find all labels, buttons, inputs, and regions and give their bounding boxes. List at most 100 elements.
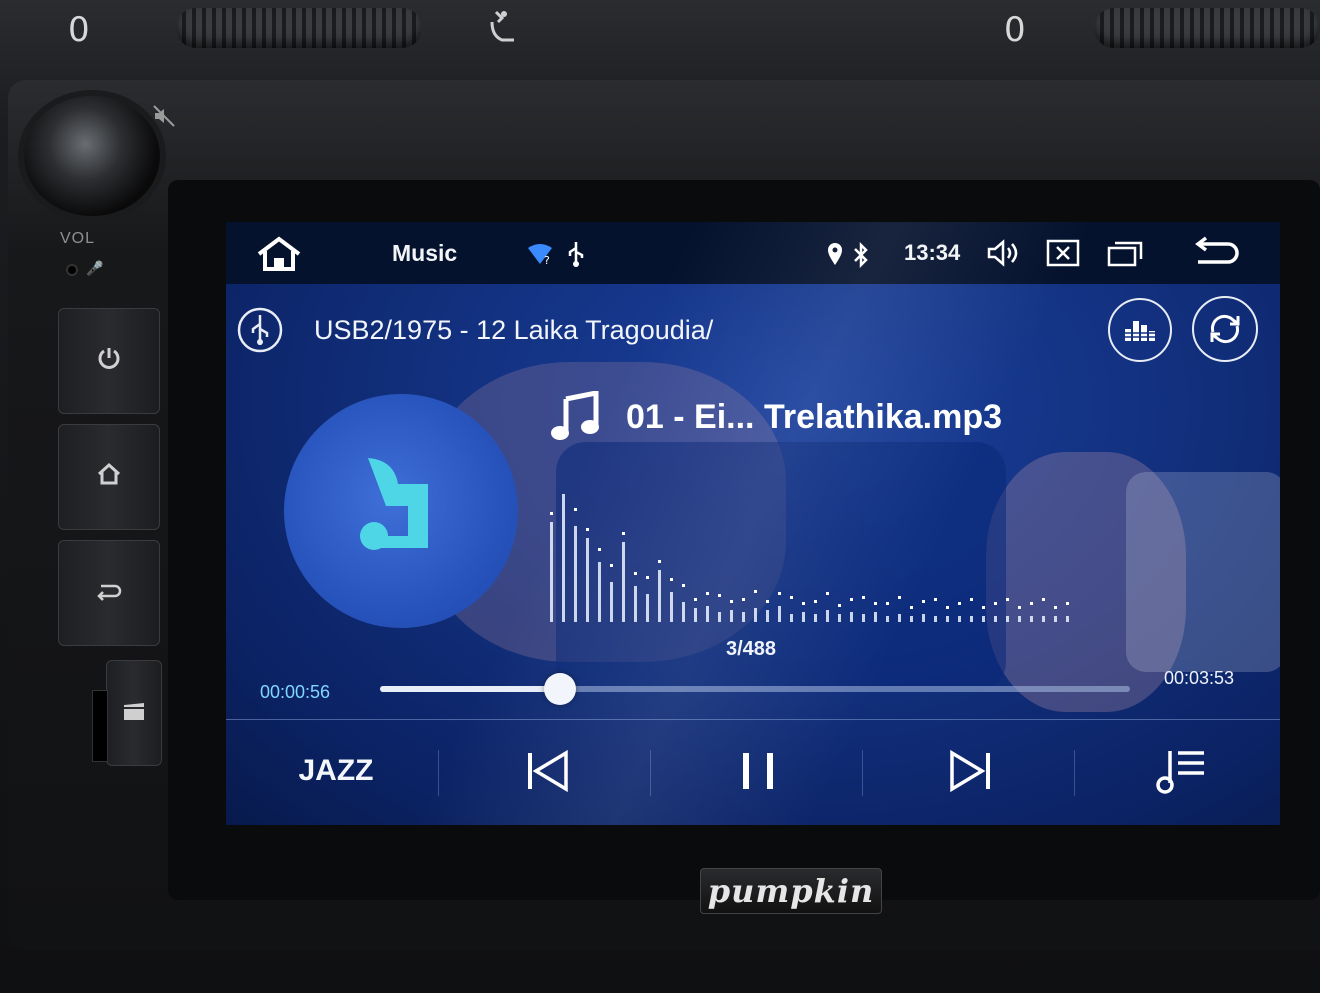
spectrum-bar: [754, 608, 757, 622]
spectrum-bar: [898, 614, 901, 622]
spectrum-peak: [982, 606, 985, 609]
svg-text:?: ?: [544, 254, 550, 266]
close-window-icon[interactable]: [1046, 238, 1080, 268]
spectrum-bar: [562, 494, 565, 622]
clock: 13:34: [904, 240, 961, 265]
volume-icon[interactable]: [986, 238, 1022, 268]
spectrum-peak: [610, 564, 613, 567]
previous-button[interactable]: [478, 736, 618, 806]
elapsed-time: 00:00:56: [260, 682, 331, 702]
spectrum-bar: [1054, 616, 1057, 622]
repeat-icon: [1205, 312, 1245, 346]
app-title: Music: [392, 240, 458, 266]
track-counter: 3/488: [726, 638, 777, 660]
brand-logo: pumpkin: [700, 868, 882, 914]
spectrum-peak: [922, 600, 925, 603]
spectrum-peak: [826, 592, 829, 595]
separator: [650, 750, 651, 796]
spectrum-peak: [670, 578, 673, 581]
left-vent-level: 0: [68, 10, 90, 50]
bluetooth-icon: [852, 242, 870, 268]
spectrum-peak: [934, 598, 937, 601]
spectrum-peak: [574, 508, 577, 511]
spectrum-bar: [586, 538, 589, 622]
spectrum-bar: [574, 526, 577, 622]
music-note-icon: [348, 448, 458, 563]
eq-preset-button[interactable]: JAZZ: [246, 736, 426, 806]
recent-apps-icon[interactable]: [1106, 238, 1144, 268]
hardware-media-button[interactable]: [106, 660, 162, 766]
spectrum-bar: [670, 592, 673, 622]
spectrum-peak: [1018, 606, 1021, 609]
spectrum-peak: [766, 600, 769, 603]
spectrum-peak: [1030, 602, 1033, 605]
previous-icon: [524, 749, 572, 793]
spectrum-bar: [694, 608, 697, 622]
spectrum-peak: [1054, 606, 1057, 609]
pause-button[interactable]: [688, 736, 828, 806]
hardware-home-button[interactable]: [58, 424, 160, 530]
usb-source-icon[interactable]: [236, 306, 284, 354]
total-duration: 00:03:53: [1164, 668, 1235, 688]
spectrum-peak: [850, 598, 853, 601]
back-icon[interactable]: [1192, 236, 1240, 270]
hardware-back-button[interactable]: [58, 540, 160, 646]
volume-knob[interactable]: [24, 96, 160, 216]
right-vent-level: 0: [1004, 10, 1026, 50]
spectrum-peak: [646, 576, 649, 579]
album-art: [284, 394, 518, 628]
spectrum-peak: [706, 592, 709, 595]
spectrum-bar: [838, 614, 841, 622]
spectrum-bar: [1066, 616, 1069, 622]
power-button[interactable]: [58, 308, 160, 414]
spectrum-bar: [850, 612, 853, 622]
spectrum-bar: [622, 542, 625, 622]
right-vent-knob[interactable]: [1094, 8, 1320, 48]
next-icon: [946, 749, 994, 793]
sd-card-slot[interactable]: [92, 690, 108, 762]
spectrum-bar: [790, 614, 793, 622]
spectrum-peak: [802, 602, 805, 605]
spectrum-peak: [814, 600, 817, 603]
spectrum-peak: [778, 592, 781, 595]
spectrum-peak: [586, 528, 589, 531]
spectrum-bar: [766, 610, 769, 622]
seat-heater-icon: [482, 8, 522, 56]
spectrum-peak: [790, 596, 793, 599]
reflection: [1126, 472, 1280, 672]
spectrum-bar: [658, 570, 661, 622]
seek-bar[interactable]: [380, 673, 1130, 705]
folder-path: USB2/1975 - 12 Laika Tragoudia/: [314, 314, 714, 345]
clapperboard-icon: [122, 698, 146, 729]
location-icon: [826, 242, 844, 266]
spectrum-bar: [910, 616, 913, 622]
spectrum-peak: [742, 598, 745, 601]
spectrum-bar: [970, 616, 973, 622]
spectrum-peak: [718, 594, 721, 597]
status-bar: Music ? 13:34: [226, 222, 1280, 284]
spectrum-peak: [1042, 598, 1045, 601]
vol-label: VOL: [60, 230, 96, 247]
home-icon[interactable]: [254, 236, 304, 272]
spectrum-peak: [634, 572, 637, 575]
spectrum-bar: [1042, 616, 1045, 622]
spectrum-bar: [1018, 616, 1021, 622]
track-title: 01 - Ei... Trelathika.mp3: [626, 397, 1003, 436]
home-icon: [96, 462, 122, 493]
spectrum-bar: [598, 562, 601, 622]
playlist-button[interactable]: [1112, 736, 1252, 806]
spectrum-peak: [994, 602, 997, 605]
spectrum-bar: [634, 586, 637, 622]
spectrum-bar: [610, 582, 613, 622]
spectrum-bar: [682, 602, 685, 622]
spectrum-bar: [646, 594, 649, 622]
pause-icon: [735, 749, 781, 793]
equalizer-button[interactable]: [1108, 298, 1172, 362]
repeat-button[interactable]: [1192, 296, 1258, 362]
folder-path-row[interactable]: USB2/1975 - 12 Laika Tragoudia/: [236, 307, 714, 353]
spectrum-peak: [838, 604, 841, 607]
spectrum-bar: [718, 612, 721, 622]
next-button[interactable]: [900, 736, 1040, 806]
left-vent-knob[interactable]: [176, 8, 422, 48]
seek-thumb[interactable]: [544, 673, 576, 705]
